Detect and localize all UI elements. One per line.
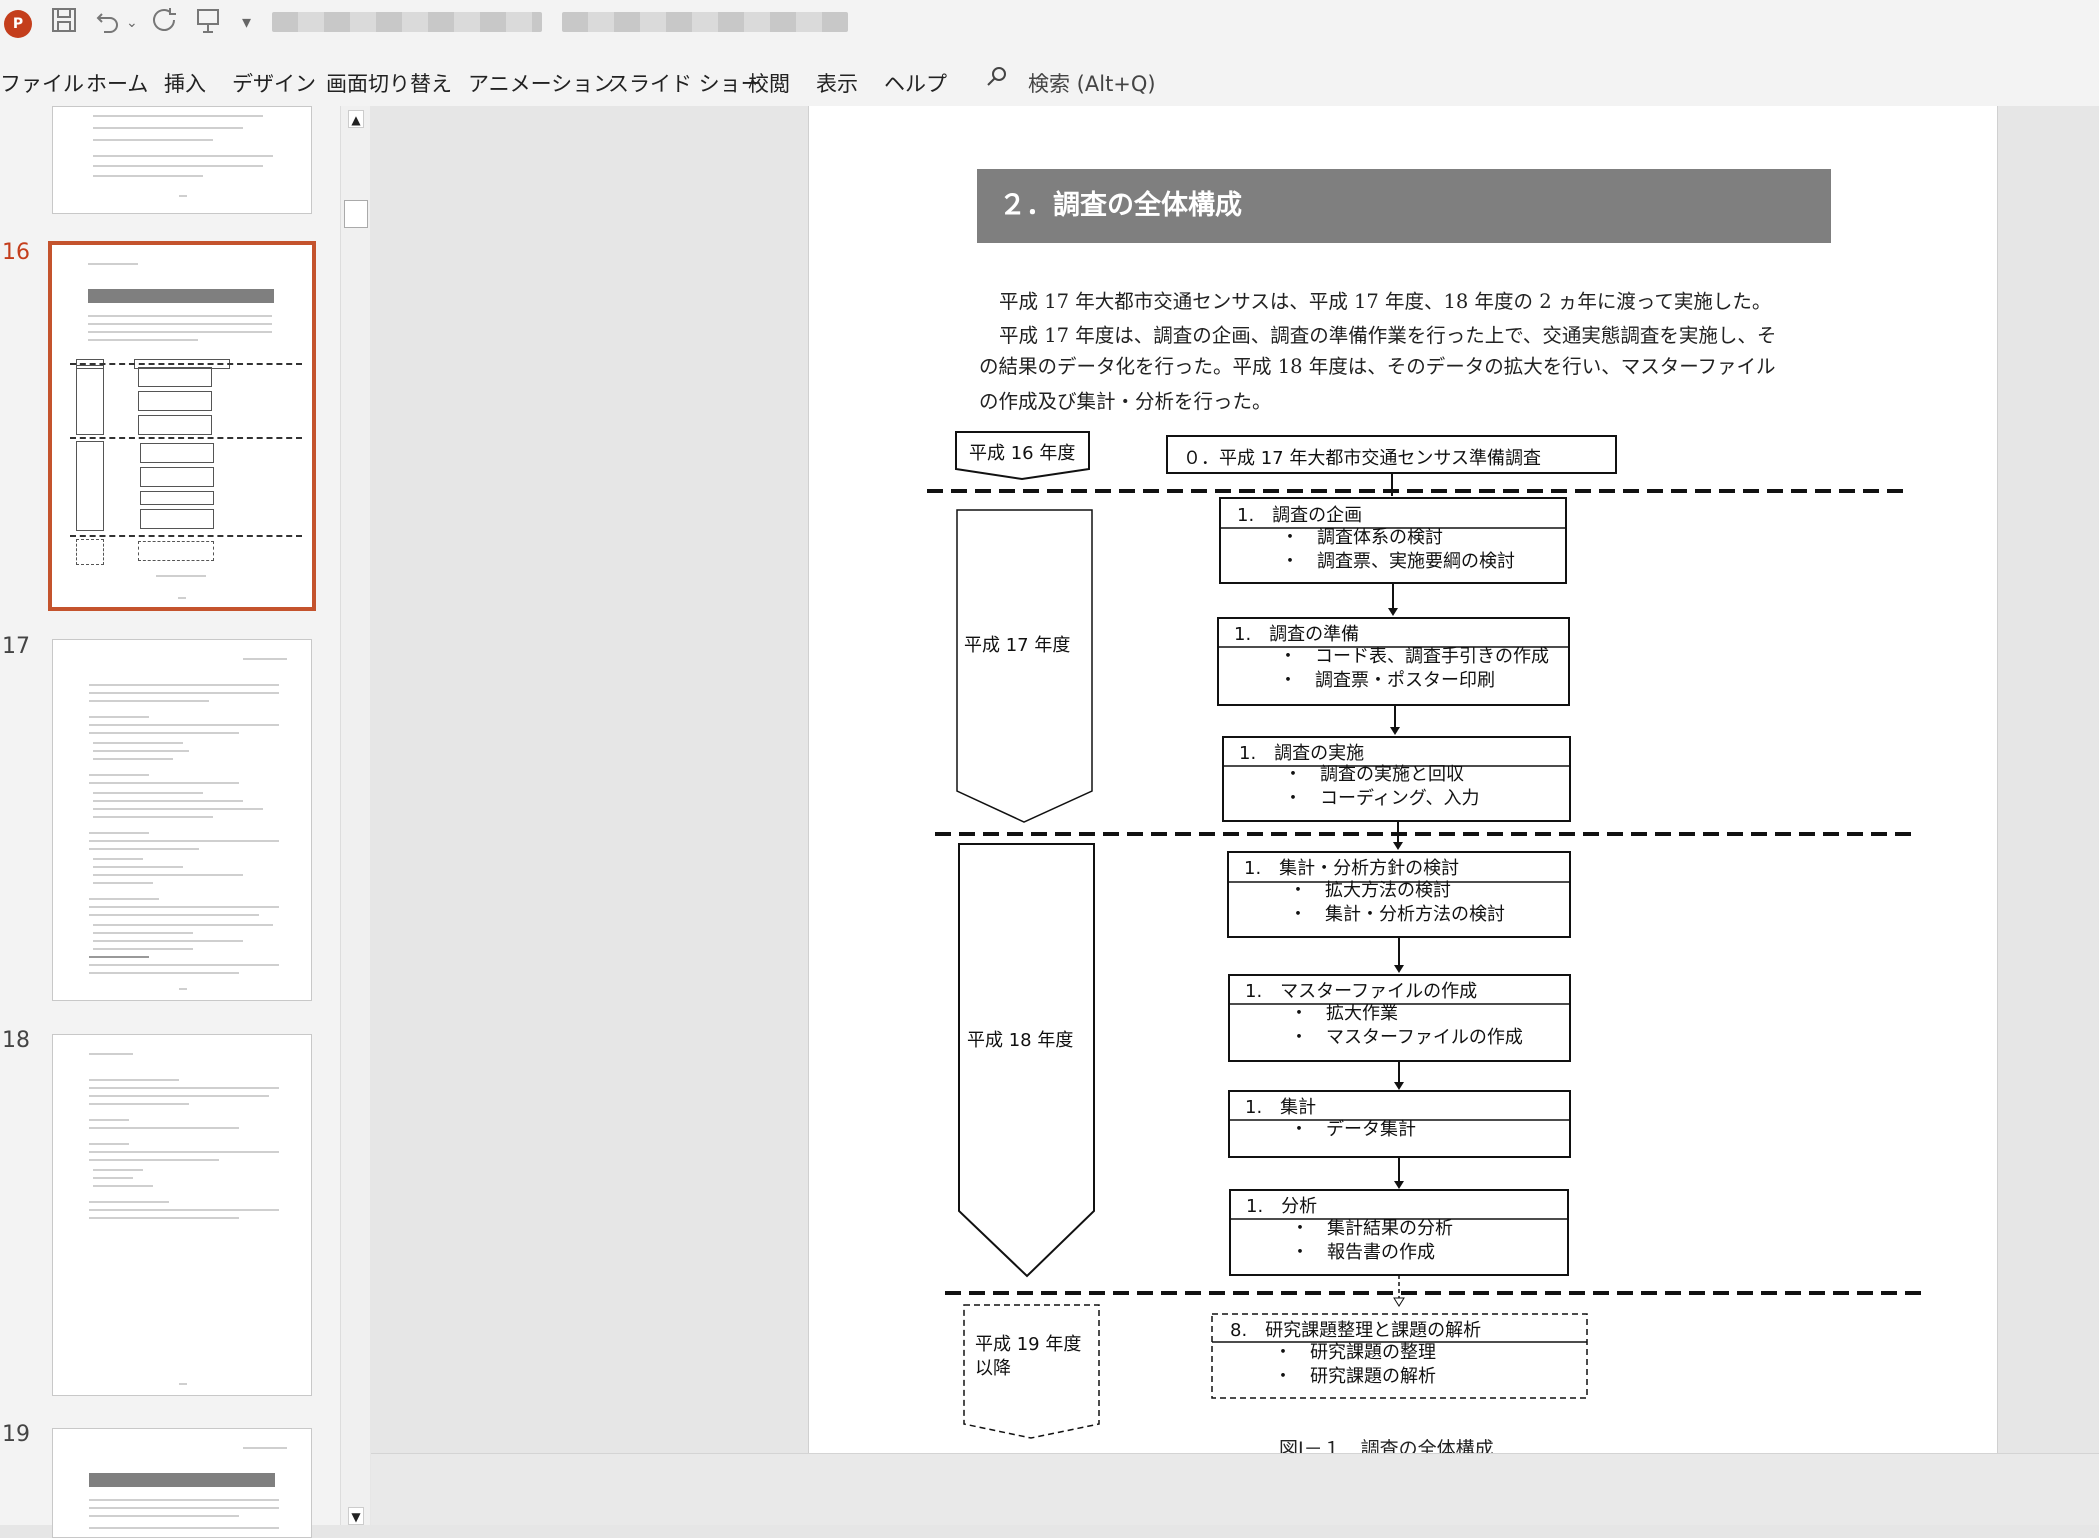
slide-thumbnail-15[interactable] xyxy=(52,106,312,214)
slide-thumbnail-pane: 16 17 18 19 xyxy=(0,106,340,1538)
scroll-down-arrow-icon[interactable]: ▼ xyxy=(348,1507,364,1525)
step-item-research-1: ・ 研究課題の整理 xyxy=(1274,1342,1436,1363)
year-h17-shape xyxy=(956,509,1093,823)
tab-file[interactable]: ファイル xyxy=(0,68,84,98)
thumbnail-scrollbar[interactable]: ▲ ▼ xyxy=(340,106,370,1525)
year-h17-label: 平成 17 年度 xyxy=(964,635,1070,656)
step-title-planning: 1. 調査の企画 xyxy=(1237,505,1362,526)
tab-home[interactable]: ホーム xyxy=(86,68,148,98)
slide-thumbnail-16[interactable] xyxy=(48,241,316,611)
year-h19-label-2: 以降 xyxy=(975,1358,1011,1379)
step-item-analysis-1: ・ 集計結果の分析 xyxy=(1291,1218,1453,1239)
slide-number-17: 17 xyxy=(2,634,30,659)
blurred-file-name xyxy=(272,12,542,32)
figure-caption: 図Ⅰ－１ 調査の全体構成 xyxy=(1279,1438,1494,1453)
scroll-up-arrow-icon[interactable]: ▲ xyxy=(348,110,364,128)
powerpoint-logo-icon: P xyxy=(4,10,32,38)
present-icon[interactable] xyxy=(194,6,222,40)
slide-thumbnail-18[interactable] xyxy=(52,1034,312,1396)
tab-help[interactable]: ヘルプ xyxy=(884,68,947,98)
tab-review[interactable]: 校閲 xyxy=(748,68,790,98)
tab-design[interactable]: デザイン xyxy=(232,68,316,98)
undo-icon[interactable] xyxy=(94,6,122,40)
slide-thumbnail-17[interactable] xyxy=(52,639,312,1001)
step-item-analysis-2: ・ 報告書の作成 xyxy=(1291,1242,1435,1263)
tab-transitions[interactable]: 画面切り替え xyxy=(326,68,452,98)
slide-number-18: 18 xyxy=(2,1028,30,1053)
year-h18-shape xyxy=(958,843,1095,1278)
search-icon[interactable] xyxy=(986,66,1008,88)
step-item-planning-1: ・ 調査体系の検討 xyxy=(1281,527,1443,548)
tab-slideshow[interactable]: スライド ショー xyxy=(608,68,762,98)
tab-animations[interactable]: アニメーション xyxy=(468,68,614,98)
step-item-implementation-2: ・ コーディング、入力 xyxy=(1284,788,1479,809)
customize-quick-access-icon[interactable]: ▾ xyxy=(242,6,251,40)
current-slide[interactable]: ２．調査の全体構成 平成 17 年大都市交通センサスは、平成 17 年度、18 … xyxy=(808,106,1998,1453)
step-item-masterfile-1: ・ 拡大作業 xyxy=(1290,1003,1398,1024)
slide-number-19: 19 xyxy=(2,1422,30,1447)
step-item-research-2: ・ 研究課題の解析 xyxy=(1274,1366,1436,1387)
step-item-preparation-2: ・ 調査票・ポスター印刷 xyxy=(1279,670,1495,691)
step-item-implementation-1: ・ 調査の実施と回収 xyxy=(1284,764,1464,785)
step-title-research: 8. 研究課題整理と課題の解析 xyxy=(1230,1320,1481,1341)
year-h18-label: 平成 18 年度 xyxy=(967,1030,1073,1051)
prep-survey-label: ０．平成 17 年大都市交通センサス準備調査 xyxy=(1183,448,1541,469)
step-item-tabulation-1: ・ データ集計 xyxy=(1290,1119,1416,1140)
step-item-policy-2: ・ 集計・分析方法の検討 xyxy=(1289,904,1505,925)
year-h16-label: 平成 16 年度 xyxy=(969,443,1075,464)
step-title-implementation: 1. 調査の実施 xyxy=(1239,743,1364,764)
step-title-masterfile: 1. マスターファイルの作成 xyxy=(1245,981,1477,1002)
step-item-planning-2: ・ 調査票、実施要綱の検討 xyxy=(1281,551,1515,572)
tab-view[interactable]: 表示 xyxy=(816,68,858,98)
step-item-preparation-1: ・ コード表、調査手引きの作成 xyxy=(1279,646,1549,667)
undo-dropdown-icon[interactable]: ⌄ xyxy=(126,6,138,40)
search-input[interactable]: 検索 (Alt+Q) xyxy=(1028,68,1156,98)
slide-number-16: 16 xyxy=(2,240,30,265)
year-h19-label-1: 平成 19 年度 xyxy=(975,1334,1081,1355)
tab-insert[interactable]: 挿入 xyxy=(164,68,206,98)
step-title-tabulation: 1. 集計 xyxy=(1245,1097,1316,1118)
slide-thumbnail-19[interactable] xyxy=(52,1428,312,1538)
step-title-policy: 1. 集計・分析方針の検討 xyxy=(1244,858,1459,879)
step-item-policy-1: ・ 拡大方法の検討 xyxy=(1289,880,1451,901)
save-icon[interactable] xyxy=(50,6,78,40)
redo-icon[interactable] xyxy=(150,6,178,40)
title-bar: P ⌄ ▾ xyxy=(0,0,2099,48)
step-item-masterfile-2: ・ マスターファイルの作成 xyxy=(1290,1027,1523,1048)
step-title-preparation: 1. 調査の準備 xyxy=(1234,624,1359,645)
survey-flowchart: 平成 16 年度 平成 17 年度 平成 18 年度 平成 19 年度 以降 ０… xyxy=(927,431,1927,1439)
step-title-analysis: 1. 分析 xyxy=(1246,1196,1317,1217)
status-bar xyxy=(371,1453,2099,1525)
blurred-account-info xyxy=(562,12,848,32)
scrollbar-thumb[interactable] xyxy=(344,200,368,228)
